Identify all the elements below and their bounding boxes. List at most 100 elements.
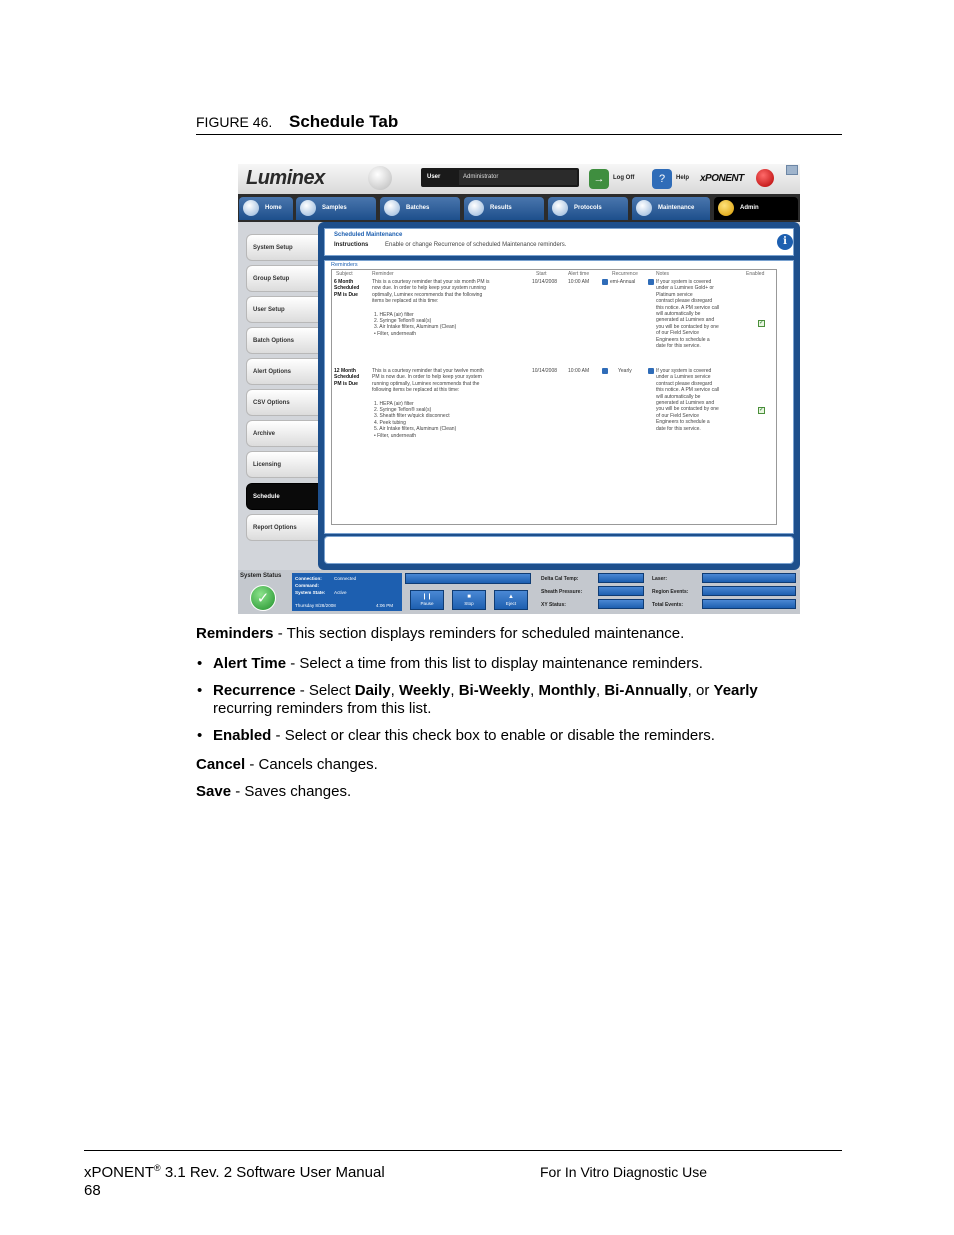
manual-suffix: 3.1 Rev. 2 Software User Manual xyxy=(160,1164,385,1181)
column-header: Reminder xyxy=(372,271,394,277)
column-header: Start xyxy=(536,271,547,277)
instructions-box: Scheduled Maintenance Instructions Enabl… xyxy=(324,228,794,256)
tab-protocols[interactable]: Protocols xyxy=(548,197,628,220)
reminders-section: Reminders Subject Reminder Start Alert t… xyxy=(324,260,794,534)
logo-sphere-icon xyxy=(368,166,392,190)
button-label: Pause xyxy=(420,601,434,606)
state-value: Active xyxy=(334,590,347,595)
tab-label: Home xyxy=(265,205,282,211)
notes-box[interactable] xyxy=(324,536,794,564)
notes-line: under a Luminex service xyxy=(656,374,711,381)
term: Cancel xyxy=(196,756,246,773)
status-time: 4:06 PM xyxy=(376,603,394,608)
manual-prefix: xPONENT xyxy=(84,1164,155,1181)
metric-value xyxy=(598,599,644,609)
notes-line: you will be contacted by one xyxy=(656,406,719,413)
figure-number: FIGURE 46. xyxy=(196,114,273,130)
help-icon[interactable]: ? xyxy=(652,169,672,189)
row-alert-time[interactable]: 10:00 AM xyxy=(568,279,589,285)
pause-icon: ❙❙ xyxy=(421,594,433,600)
sidebar-item-csv-options[interactable]: CSV Options xyxy=(246,389,320,416)
row-start: 10/14/2008 xyxy=(532,279,558,285)
eject-button[interactable]: ▲ Eject xyxy=(494,590,528,610)
sidebar-item-system-setup[interactable]: System Setup xyxy=(246,234,320,261)
term: Reminders xyxy=(196,625,274,642)
row-recurrence[interactable]: Yearly xyxy=(618,368,632,374)
sidebar-item-alert-options[interactable]: Alert Options xyxy=(246,358,320,385)
progress-bar xyxy=(405,573,531,584)
reminders-table: Subject Reminder Start Alert time Recurr… xyxy=(331,269,777,525)
row-recurrence[interactable]: emi-Annual xyxy=(610,279,635,285)
tab-results[interactable]: Results xyxy=(464,197,544,220)
notes-line: date for this service. xyxy=(656,343,701,350)
stop-button[interactable]: ■ Stop xyxy=(452,590,486,610)
connection-value: Connected xyxy=(334,576,357,581)
bullet-recurrence: • Recurrence - Select Daily, Weekly, Bi-W… xyxy=(197,682,813,718)
metric-label: Delta Cal Temp: xyxy=(541,576,579,582)
metric-value xyxy=(702,599,796,609)
row-alert-time[interactable]: 10:00 AM xyxy=(568,368,589,374)
sidebar-item-licensing[interactable]: Licensing xyxy=(246,451,320,478)
app-header: Luminex User Administrator → Log Off ? H… xyxy=(238,164,800,194)
tab-maintenance[interactable]: Maintenance xyxy=(632,197,710,220)
recurrence-dropdown-icon[interactable] xyxy=(648,279,654,285)
admin-icon xyxy=(718,200,734,216)
figure-caption: FIGURE 46. Schedule Tab xyxy=(196,112,842,135)
reminder-line: PM is now due. In order to help keep you… xyxy=(372,374,482,381)
notes-line: date for this service. xyxy=(656,425,701,432)
sidebar-item-user-setup[interactable]: User Setup xyxy=(246,296,320,323)
footer-rule xyxy=(84,1150,842,1151)
window-restore-icon[interactable] xyxy=(786,165,798,175)
alert-dropdown-icon[interactable] xyxy=(602,368,608,374)
app-screenshot: Luminex User Administrator → Log Off ? H… xyxy=(238,164,800,614)
option: Weekly xyxy=(398,682,451,699)
subject-line: PM is Due xyxy=(334,380,358,387)
status-date: Thursday 8/28/2008 xyxy=(295,603,336,608)
main-tabs: Home Samples Batches Results Protocols M… xyxy=(238,194,800,222)
tab-label: Maintenance xyxy=(658,205,695,211)
row-subject: 12 Month Scheduled PM is Due xyxy=(334,368,359,387)
notes-line: contract please disregard xyxy=(656,298,713,305)
sidebar-item-archive[interactable]: Archive xyxy=(246,420,320,447)
sidebar-item-group-setup[interactable]: Group Setup xyxy=(246,265,320,292)
bullet-alert-time: • Alert Time - Select a time from this li… xyxy=(197,655,833,673)
tab-admin[interactable]: Admin xyxy=(714,197,798,220)
tab-label: Batches xyxy=(406,205,430,211)
reminders-description: Reminders - This section displays remind… xyxy=(196,625,684,643)
sidebar-item-schedule[interactable]: Schedule xyxy=(246,483,320,510)
schedule-panel: Scheduled Maintenance Instructions Enabl… xyxy=(318,222,800,570)
recurrence-dropdown-icon[interactable] xyxy=(648,368,654,374)
desc: - Saves changes. xyxy=(231,783,352,800)
alert-dropdown-icon[interactable] xyxy=(602,279,608,285)
option: Yearly xyxy=(713,682,758,699)
button-label: Stop xyxy=(464,601,474,606)
row-reminder: This is a courtesy reminder that your tw… xyxy=(372,368,484,439)
info-icon[interactable]: i xyxy=(777,234,793,250)
instructions-label: Instructions xyxy=(334,242,369,248)
row-start: 10/14/2008 xyxy=(532,368,558,374)
logoff-label[interactable]: Log Off xyxy=(613,175,634,181)
desc: - This section displays reminders for sc… xyxy=(273,625,685,642)
logoff-icon[interactable]: → xyxy=(589,169,609,189)
reminder-line: now due. In order to help keep your syst… xyxy=(372,285,486,292)
desc: - Select a time from this list to displa… xyxy=(286,655,703,672)
metric-label: Total Events: xyxy=(652,602,684,608)
desc: recurring reminders from this list. xyxy=(213,700,432,717)
tab-home[interactable]: Home xyxy=(239,197,293,220)
command-label: Command: xyxy=(295,583,319,588)
enabled-checkbox[interactable]: ✓ xyxy=(758,320,765,327)
help-label[interactable]: Help xyxy=(676,175,689,181)
tab-samples[interactable]: Samples xyxy=(296,197,376,220)
metric-label: Region Events: xyxy=(652,589,689,595)
sidebar-item-report-options[interactable]: Report Options xyxy=(246,514,320,541)
desc: - Select or clear this check box to enab… xyxy=(271,727,715,744)
column-header: Enabled xyxy=(746,271,765,277)
pause-button[interactable]: ❙❙ Pause xyxy=(410,590,444,610)
tab-batches[interactable]: Batches xyxy=(380,197,460,220)
term: Alert Time xyxy=(213,655,287,672)
enabled-checkbox[interactable]: ✓ xyxy=(758,407,765,414)
sidebar-item-batch-options[interactable]: Batch Options xyxy=(246,327,320,354)
notes-line: this notice. A PM service call xyxy=(656,387,720,394)
user-box: User Administrator xyxy=(421,168,579,187)
button-label: Eject xyxy=(505,601,517,606)
